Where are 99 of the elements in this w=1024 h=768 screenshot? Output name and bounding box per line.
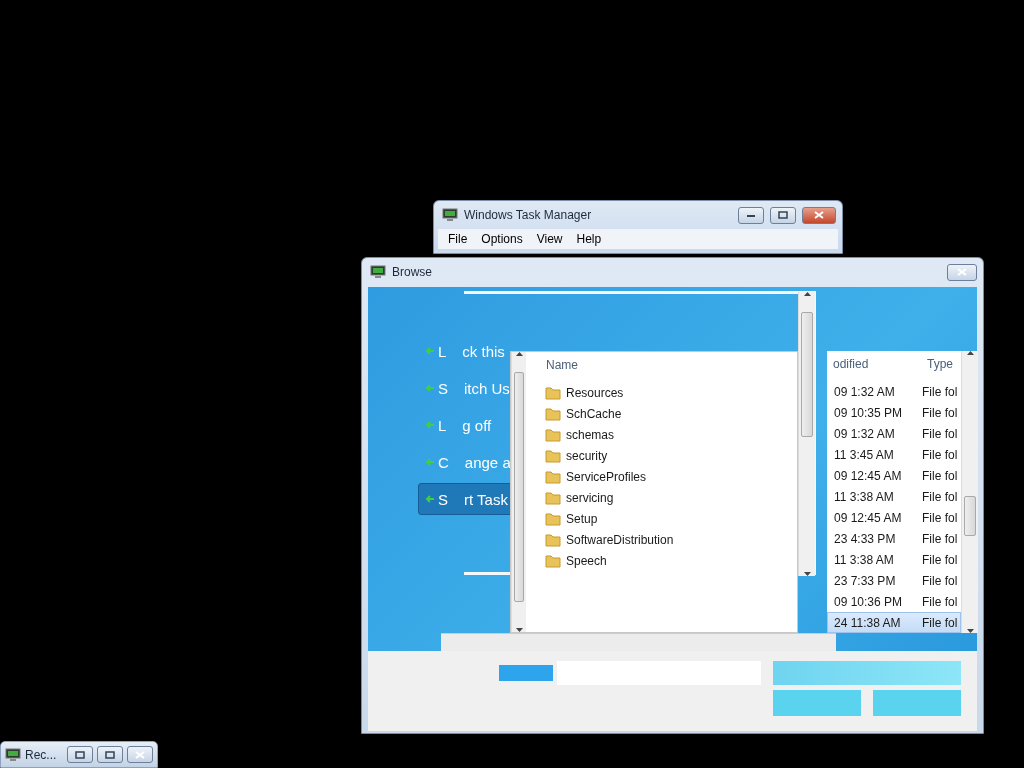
modified-cell-text: 24 11:38 AM (833, 615, 902, 630)
arrow-icon (425, 494, 435, 504)
type-cell: File fol (922, 405, 958, 420)
scroll-down-icon[interactable] (966, 629, 974, 633)
arrow-icon (425, 420, 435, 430)
maximize-button[interactable] (770, 206, 796, 224)
file-name[interactable]: ServiceProfiles (566, 470, 647, 484)
type-cell: File fol (922, 384, 958, 399)
close-icon (957, 268, 967, 276)
maximize-icon (778, 211, 788, 219)
file-name[interactable]: schemas (566, 428, 615, 442)
modified-cell-text: 11 3:45 AM (833, 447, 895, 462)
scroll-thumb[interactable] (801, 312, 813, 437)
details-row[interactable]: 11 3:38 AM File fol (827, 549, 961, 570)
scroll-up-icon[interactable] (515, 352, 523, 356)
scroll-thumb[interactable] (964, 496, 976, 536)
type-cell: File fol (922, 489, 958, 504)
maximize-icon (105, 750, 115, 759)
type-cell: File fol (922, 552, 958, 567)
scroll-down-icon[interactable] (803, 572, 811, 576)
close-button[interactable] (127, 746, 153, 763)
modified-cell-text: 11 3:38 AM (833, 552, 895, 567)
file-name[interactable]: Resources (566, 386, 624, 400)
window-title: Windows Task Manager (464, 208, 593, 222)
type-cell: File fol (922, 426, 958, 441)
column-header[interactable]: odified (833, 357, 869, 371)
details-row[interactable]: 09 1:32 AM File fol (827, 423, 961, 444)
details-row[interactable]: 11 3:45 AM File fol (827, 444, 961, 465)
scroll-up-icon[interactable] (966, 351, 974, 355)
close-icon (814, 211, 824, 219)
folder-icon (545, 491, 561, 505)
scrollbar[interactable] (511, 352, 526, 632)
folder-icon (545, 470, 561, 484)
minimize-icon (746, 212, 756, 218)
folder-icon (545, 512, 561, 526)
restore-button[interactable] (67, 746, 93, 763)
arrow-icon (425, 457, 435, 467)
menu-item[interactable]: File (442, 232, 476, 246)
folder-icon (545, 533, 561, 547)
folder-icon (545, 449, 561, 463)
modified-cell-text: 23 4:33 PM (833, 531, 897, 546)
modified-cell-text: 09 10:36 PM (833, 594, 904, 609)
details-row[interactable]: 23 4:33 PM File fol (827, 528, 961, 549)
details-row[interactable]: 23 7:33 PM File fol (827, 570, 961, 591)
menu-item[interactable]: View (530, 232, 571, 246)
folder-icon (545, 428, 561, 442)
scroll-up-icon[interactable] (803, 292, 811, 296)
details-row[interactable]: 09 1:32 AM File fol (827, 381, 961, 402)
details-row[interactable]: 09 10:36 PM File fol (827, 591, 961, 612)
details-row[interactable]: 11 3:38 AM File fol (827, 486, 961, 507)
folder-icon (545, 554, 561, 568)
file-name[interactable]: SoftwareDistribution (566, 533, 674, 547)
window-title: Browse (392, 265, 433, 279)
column-header[interactable]: Name (546, 358, 578, 372)
modified-cell-text: 11 3:38 AM (833, 489, 895, 504)
modified-cell-text: 09 12:45 AM (833, 510, 903, 525)
file-name[interactable]: servicing (566, 491, 614, 505)
folder-icon (545, 386, 561, 400)
modified-cell-text: 09 12:45 AM (833, 468, 903, 483)
modified-cell-text: 09 1:32 AM (833, 426, 896, 441)
folder-icon (545, 407, 561, 421)
scrollbar[interactable] (798, 292, 815, 576)
type-cell: File fol (922, 573, 958, 588)
type-cell: File fol (922, 468, 958, 483)
modified-cell-text: 09 1:32 AM (833, 384, 896, 399)
modified-cell-text: 23 7:33 PM (833, 573, 897, 588)
file-name[interactable]: Setup (566, 512, 598, 526)
monitor-icon (5, 747, 21, 762)
close-button[interactable] (802, 206, 836, 224)
scroll-thumb[interactable] (514, 372, 524, 602)
maximize-icon (75, 750, 85, 759)
type-cell: File fol (922, 594, 958, 609)
close-button[interactable] (947, 263, 977, 281)
details-row[interactable]: 09 12:45 AM File fol (827, 465, 961, 486)
scrollbar[interactable] (961, 351, 978, 633)
menu-item[interactable]: Help (570, 232, 610, 246)
type-cell: File fol (922, 531, 958, 546)
horizontal-scrollbar[interactable] (441, 633, 836, 651)
monitor-icon (442, 208, 458, 222)
modified-cell-text: 09 10:35 PM (833, 405, 904, 420)
file-name[interactable]: security (566, 449, 608, 463)
type-cell: File fol (922, 510, 958, 525)
close-icon (135, 750, 145, 759)
minimize-button[interactable] (738, 206, 764, 224)
details-row[interactable]: 09 12:45 AM File fol (827, 507, 961, 528)
type-cell: File fol (922, 447, 958, 462)
arrow-icon (425, 383, 435, 393)
type-cell: File fol (922, 615, 958, 630)
window-title: Rec... (25, 747, 58, 762)
monitor-icon (370, 265, 386, 279)
details-row[interactable]: 24 11:38 AM File fol (827, 612, 961, 633)
file-name[interactable]: SchCache (566, 407, 622, 421)
menu-item[interactable]: Options (475, 232, 531, 246)
maximize-button[interactable] (97, 746, 123, 763)
details-row[interactable]: 09 10:35 PM File fol (827, 402, 961, 423)
column-header[interactable]: Type (927, 357, 953, 371)
file-name[interactable]: Speech (566, 554, 607, 568)
arrow-icon (425, 346, 435, 356)
minimized-window[interactable]: Rec... (0, 741, 158, 768)
